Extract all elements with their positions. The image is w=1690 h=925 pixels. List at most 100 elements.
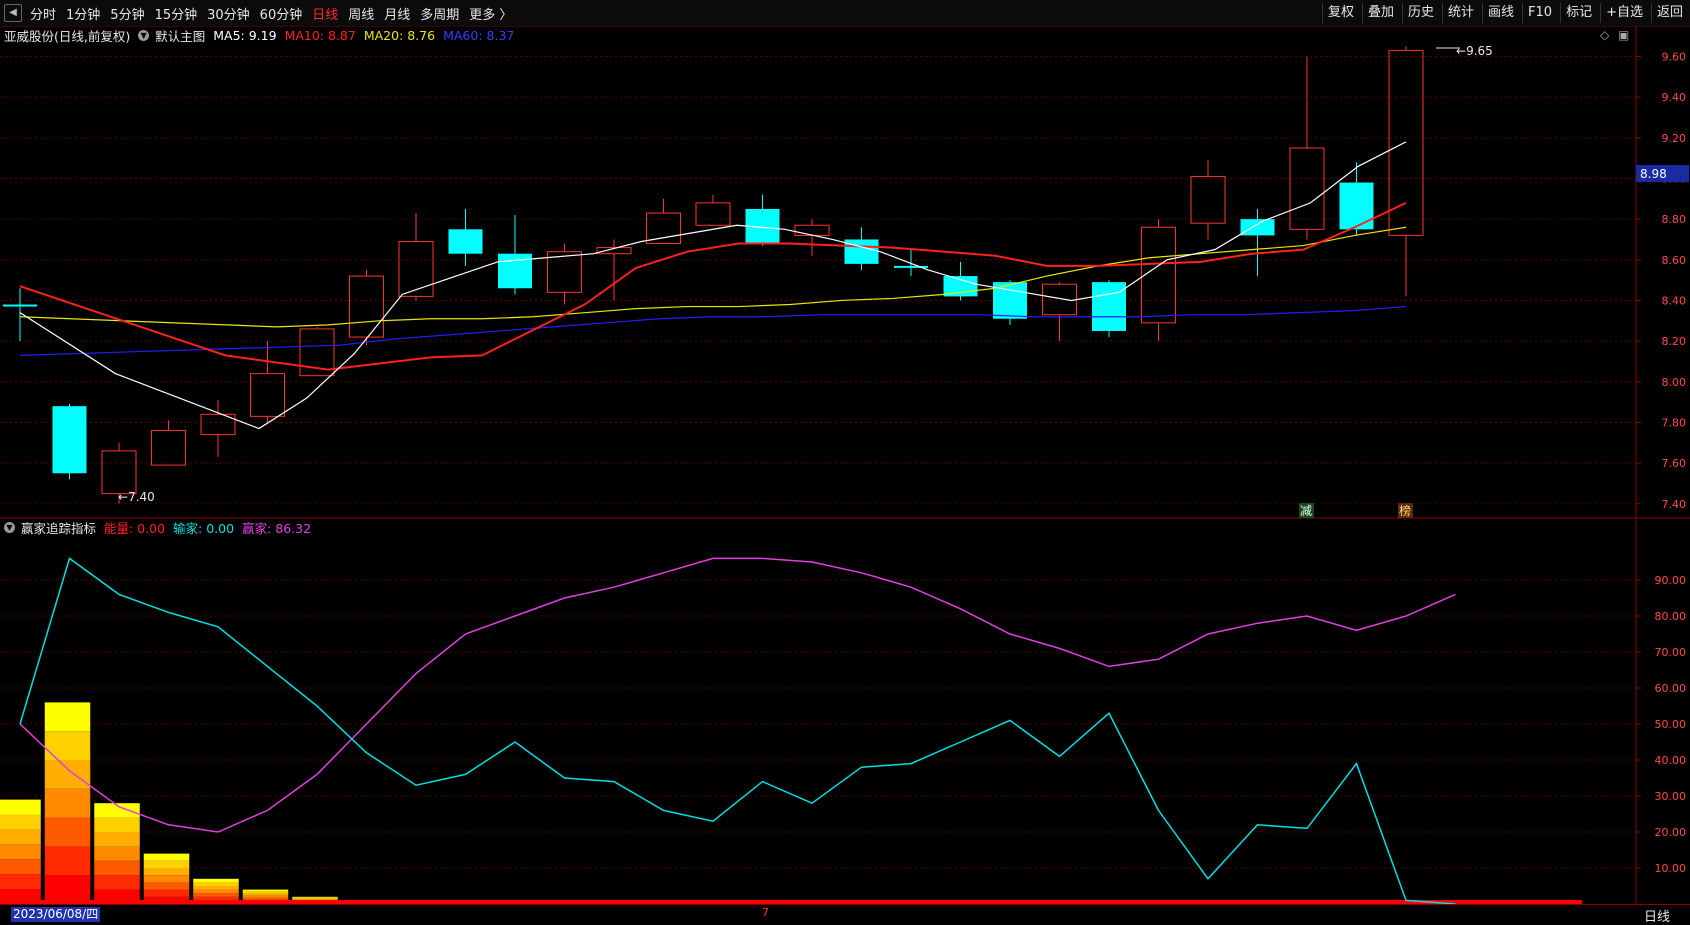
- candle-body: [844, 239, 879, 264]
- energy-segment: [193, 886, 239, 890]
- tab-60min[interactable]: 60分钟: [260, 4, 303, 23]
- month-marker: 7: [762, 906, 769, 919]
- candle-body: [349, 275, 384, 338]
- energy-segment: [0, 844, 41, 860]
- back-arrow-icon[interactable]: ◀: [4, 4, 22, 22]
- energy-segment: [44, 731, 91, 760]
- candle: [1339, 162, 1374, 236]
- candle-body: [1289, 147, 1325, 230]
- energy-segment: [193, 896, 239, 901]
- candle-body: [101, 450, 137, 495]
- indicator-tick-label: 10.00: [1655, 862, 1687, 875]
- energy-segment: [44, 846, 91, 876]
- svg-text:榜: 榜: [1399, 503, 1411, 518]
- energy-segment: [143, 868, 190, 876]
- candle-body: [52, 406, 87, 474]
- max-marker: ←9.65: [1436, 44, 1493, 58]
- return-button[interactable]: 返回: [1650, 3, 1688, 23]
- candle: [1092, 280, 1126, 338]
- indicator-tick-label: 50.00: [1655, 718, 1687, 731]
- current-price-tag: 8.98: [1636, 165, 1689, 182]
- tab-30min[interactable]: 30分钟: [207, 4, 250, 23]
- right-toolbar: 复权 叠加 历史 统计 画线 F10 标记 +自选 返回: [1319, 0, 1688, 26]
- price-tick-label: 7.60: [1662, 457, 1687, 470]
- energy-bars: [0, 702, 1582, 904]
- candle: [695, 194, 731, 226]
- energy-segment: [292, 896, 338, 898]
- tab-intraday[interactable]: 分时: [30, 4, 56, 23]
- price-tick-label: 8.20: [1662, 335, 1687, 348]
- indicator-tick-label: 60.00: [1655, 682, 1687, 695]
- candle: [1190, 160, 1226, 240]
- stats-button[interactable]: 统计: [1442, 3, 1479, 23]
- tab-weekly[interactable]: 周线: [348, 4, 374, 23]
- energy-segment: [193, 882, 239, 886]
- energy-segment: [0, 829, 41, 845]
- min-label: 7.40: [128, 490, 155, 504]
- energy-segment: [0, 814, 41, 830]
- energy-segment: [44, 788, 91, 818]
- draw-line-button[interactable]: 画线: [1482, 3, 1519, 23]
- energy-bar: [0, 799, 41, 904]
- ma60-line: [19, 305, 1407, 356]
- time-axis-bar: 2023/06/08/四 7 日线: [0, 904, 1690, 925]
- candle-body: [1141, 226, 1176, 324]
- min-marker: ←7.40: [118, 490, 155, 504]
- tab-15min[interactable]: 15分钟: [155, 4, 198, 23]
- overlay-button[interactable]: 叠加: [1361, 3, 1399, 23]
- energy-segment: [143, 875, 190, 883]
- price-tick-label: 8.60: [1662, 254, 1687, 267]
- energy-segment: [242, 895, 289, 898]
- candle: [349, 269, 384, 346]
- tag-jian[interactable]: 减: [1299, 503, 1314, 518]
- candlesticks: [3, 46, 1424, 504]
- energy-segment: [44, 817, 91, 847]
- energy-segment: [44, 875, 91, 904]
- adjust-button[interactable]: 复权: [1321, 3, 1359, 23]
- candle: [448, 208, 483, 266]
- mark-button[interactable]: 标记: [1560, 3, 1597, 23]
- add-watchlist-button[interactable]: +自选: [1600, 3, 1648, 23]
- main-grid: [0, 55, 1636, 505]
- indicator-tick-label: 90.00: [1655, 574, 1687, 587]
- candle-body: [3, 304, 37, 307]
- indicator-axis: 90.00 80.00 70.00 60.00 50.00 40.00 30.00 20.00…: [1636, 574, 1686, 875]
- candle-body: [695, 202, 731, 226]
- tab-multi-period[interactable]: 多周期: [420, 4, 459, 23]
- energy-segment: [242, 891, 289, 894]
- history-button[interactable]: 历史: [1401, 3, 1439, 23]
- candle: [943, 261, 978, 301]
- energy-segment: [0, 874, 41, 890]
- candle: [398, 213, 434, 301]
- tag-bang[interactable]: 榜: [1398, 503, 1413, 518]
- candle: [498, 215, 532, 295]
- svg-text:←9.65: ←9.65: [1456, 44, 1493, 58]
- energy-segment: [242, 893, 289, 896]
- tab-1min[interactable]: 1分钟: [66, 4, 100, 23]
- energy-segment: [292, 898, 338, 900]
- current-price-label: 8.98: [1640, 167, 1667, 181]
- f10-button[interactable]: F10: [1522, 3, 1557, 23]
- price-tick-label: 9.40: [1662, 91, 1687, 104]
- tab-5min[interactable]: 5分钟: [110, 4, 144, 23]
- energy-segment: [94, 846, 140, 861]
- energy-bar: [94, 803, 140, 904]
- price-tick-label: 7.80: [1662, 416, 1687, 429]
- price-tick-label: 9.60: [1662, 50, 1687, 63]
- candle-body: [250, 373, 285, 417]
- candle: [151, 420, 186, 466]
- moving-averages: [19, 141, 1407, 430]
- ma10-line: [19, 201, 1407, 371]
- indicator-tick-label: 40.00: [1655, 754, 1687, 767]
- energy-segment: [242, 889, 289, 892]
- tab-monthly[interactable]: 月线: [384, 4, 410, 23]
- energy-segment: [94, 860, 140, 876]
- candle-body: [1240, 219, 1275, 236]
- indicator-tick-label: 20.00: [1655, 826, 1687, 839]
- tab-more[interactable]: 更多 〉: [469, 4, 512, 23]
- candle: [1289, 56, 1325, 240]
- chart-area[interactable]: 9.609.409.209.008.808.608.408.208.007.80…: [0, 26, 1690, 904]
- price-tick-label: 8.40: [1662, 294, 1687, 307]
- period-indicator[interactable]: 日线: [1644, 906, 1670, 925]
- tab-daily[interactable]: 日线: [312, 4, 338, 23]
